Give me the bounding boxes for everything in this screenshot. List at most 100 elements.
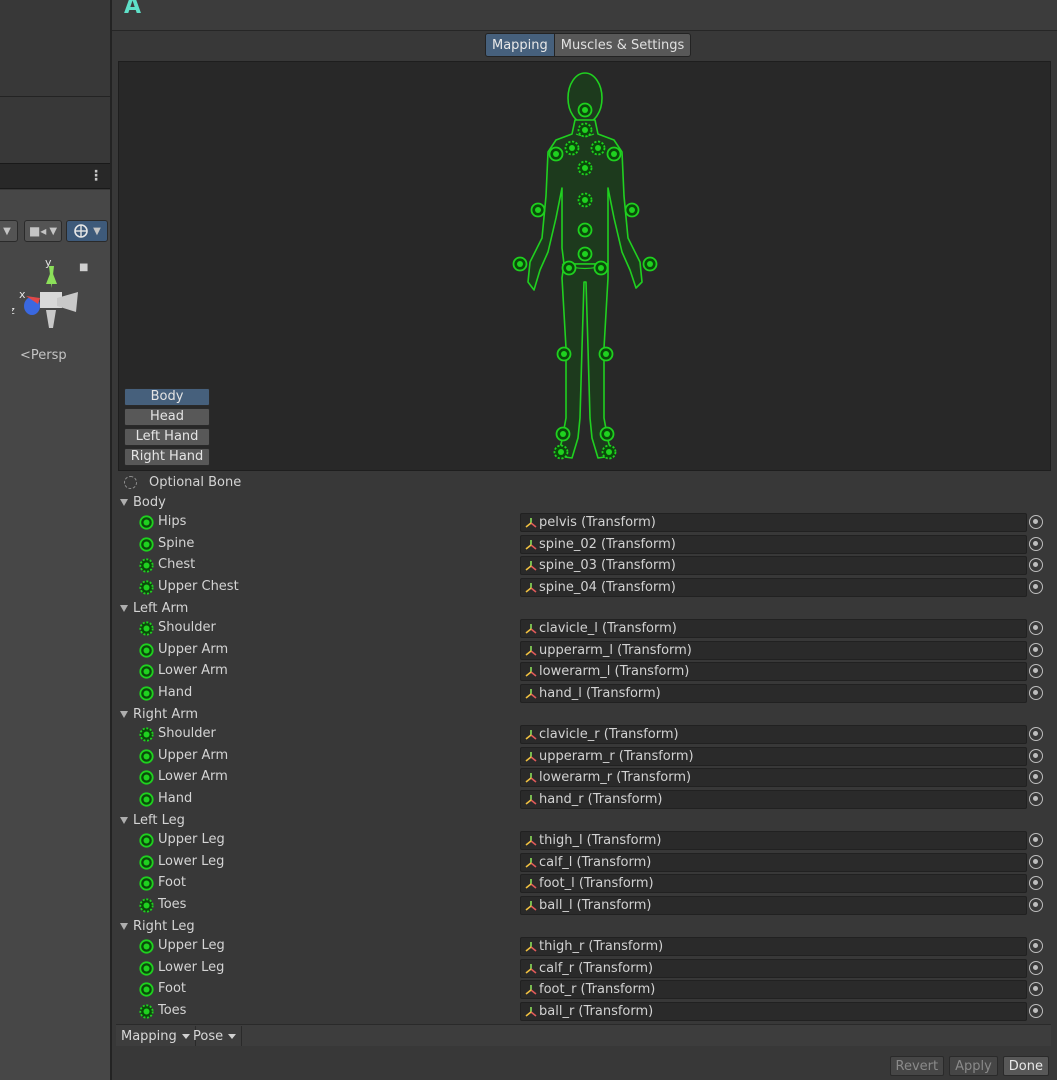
bone-mapping-list: Body Hips pelvis (Transform) Spine spine_02 … <box>112 492 1057 1022</box>
camera-dropdown[interactable]: ■◂ ▼ <box>24 220 62 242</box>
done-button[interactable]: Done <box>1002 1056 1049 1076</box>
object-picker-icon[interactable] <box>1029 854 1043 869</box>
transform-field-value: clavicle_r (Transform) <box>539 727 679 742</box>
draw-mode-dropdown[interactable]: ▼ <box>0 220 18 242</box>
tab-mapping[interactable]: Mapping <box>485 33 555 57</box>
bone-label: Lower Leg <box>158 853 225 869</box>
joint-right-hand[interactable] <box>642 256 658 272</box>
transform-object-field[interactable]: lowerarm_l (Transform) <box>520 662 1027 681</box>
object-picker-icon[interactable] <box>1029 642 1043 657</box>
object-picker-icon[interactable] <box>1029 833 1043 847</box>
bone-label: Hips <box>158 514 187 529</box>
bone-row: Shoulder clavicle_r (Transform) <box>112 724 1057 746</box>
revert-button[interactable]: Revert <box>889 1056 945 1076</box>
transform-object-field[interactable]: clavicle_r (Transform) <box>520 725 1027 744</box>
transform-object-field[interactable]: foot_l (Transform) <box>520 874 1027 893</box>
joint-left-hand[interactable] <box>512 256 528 272</box>
transform-object-field[interactable]: thigh_r (Transform) <box>520 937 1027 956</box>
transform-object-field[interactable]: ball_l (Transform) <box>520 895 1027 915</box>
joint-left-foot[interactable] <box>555 426 571 442</box>
object-picker-icon[interactable] <box>1029 536 1043 551</box>
transform-object-field[interactable]: pelvis (Transform) <box>520 513 1027 532</box>
joint-left-upper-leg[interactable] <box>561 260 577 276</box>
transform-object-field[interactable]: foot_r (Transform) <box>520 980 1027 999</box>
joint-left-lower-arm[interactable] <box>530 202 546 218</box>
group-body[interactable]: Body <box>112 492 1057 512</box>
joint-right-shoulder[interactable] <box>590 140 606 156</box>
object-picker-icon[interactable] <box>1029 876 1043 890</box>
group-left-leg[interactable]: Left Leg <box>112 810 1057 830</box>
bone-status-icon <box>139 642 154 658</box>
orientation-gizmo-icon[interactable]: y x z <box>12 258 88 338</box>
projection-label[interactable]: <Persp <box>20 348 67 363</box>
object-picker-icon[interactable] <box>1029 770 1043 784</box>
foldout-triangle-icon[interactable] <box>120 710 128 718</box>
transform-object-field[interactable]: spine_04 (Transform) <box>520 577 1027 597</box>
transform-object-field[interactable]: hand_l (Transform) <box>520 683 1027 703</box>
transform-object-field[interactable]: clavicle_l (Transform) <box>520 619 1027 638</box>
object-picker-icon[interactable] <box>1029 685 1043 700</box>
transform-object-field[interactable]: spine_03 (Transform) <box>520 556 1027 575</box>
joint-hips[interactable] <box>577 246 593 262</box>
object-picker-icon[interactable] <box>1029 579 1043 594</box>
more-options-icon[interactable]: ⋮ <box>89 168 103 184</box>
object-picker-icon[interactable] <box>1029 960 1043 975</box>
object-picker-icon[interactable] <box>1029 515 1043 529</box>
joint-right-lower-leg[interactable] <box>598 346 614 362</box>
group-right-arm[interactable]: Right Arm <box>112 704 1057 724</box>
transform-object-field[interactable]: upperarm_r (Transform) <box>520 746 1027 766</box>
transform-object-field[interactable]: upperarm_l (Transform) <box>520 640 1027 660</box>
transform-object-field[interactable]: ball_r (Transform) <box>520 1001 1027 1021</box>
joint-right-upper-arm[interactable] <box>606 146 622 162</box>
object-picker-icon[interactable] <box>1029 558 1043 572</box>
transform-object-field[interactable]: calf_l (Transform) <box>520 852 1027 872</box>
transform-field-value: hand_r (Transform) <box>539 791 663 807</box>
region-head-button[interactable]: Head <box>124 408 210 426</box>
transform-object-field[interactable]: lowerarm_r (Transform) <box>520 768 1027 787</box>
transform-object-field[interactable]: hand_r (Transform) <box>520 789 1027 809</box>
joint-right-upper-leg[interactable] <box>593 260 609 276</box>
joint-right-lower-arm[interactable] <box>624 202 640 218</box>
region-body-button[interactable]: Body <box>124 388 210 406</box>
transform-object-field[interactable]: thigh_l (Transform) <box>520 831 1027 850</box>
object-picker-icon[interactable] <box>1029 939 1043 953</box>
pose-dropdown[interactable]: Pose <box>188 1026 243 1046</box>
apply-button[interactable]: Apply <box>949 1056 998 1076</box>
joint-right-toes[interactable] <box>601 444 617 460</box>
joint-left-shoulder[interactable] <box>564 140 580 156</box>
joint-right-foot[interactable] <box>599 426 615 442</box>
transform-object-field[interactable]: spine_02 (Transform) <box>520 534 1027 554</box>
group-left-arm[interactable]: Left Arm <box>112 598 1057 618</box>
foldout-triangle-icon[interactable] <box>120 604 128 612</box>
mapping-dropdown[interactable]: Mapping <box>116 1026 196 1046</box>
object-picker-icon[interactable] <box>1029 664 1043 678</box>
joint-left-upper-arm[interactable] <box>548 146 564 162</box>
camera-icon: ■◂ <box>28 224 47 238</box>
joint-neck[interactable] <box>577 122 593 138</box>
transform-object-field[interactable]: calf_r (Transform) <box>520 958 1027 978</box>
group-right-leg[interactable]: Right Leg <box>112 916 1057 936</box>
lock-icon[interactable]: ■ <box>79 262 88 273</box>
foldout-triangle-icon[interactable] <box>120 816 128 824</box>
foldout-triangle-icon[interactable] <box>120 498 128 506</box>
joint-left-lower-leg[interactable] <box>556 346 572 362</box>
tab-muscles-settings[interactable]: Muscles & Settings <box>554 33 692 57</box>
object-picker-icon[interactable] <box>1029 727 1043 741</box>
gizmos-dropdown[interactable]: ▼ <box>66 220 108 242</box>
joint-chest[interactable] <box>577 192 593 208</box>
region-right-hand-button[interactable]: Right Hand <box>124 448 210 466</box>
object-picker-icon[interactable] <box>1029 897 1043 912</box>
bone-label: Toes <box>158 1002 187 1018</box>
object-picker-icon[interactable] <box>1029 1003 1043 1018</box>
joint-left-toes[interactable] <box>553 444 569 460</box>
bone-label: Upper Leg <box>158 832 225 847</box>
object-picker-icon[interactable] <box>1029 791 1043 806</box>
object-picker-icon[interactable] <box>1029 982 1043 996</box>
joint-head[interactable] <box>577 102 593 118</box>
region-left-hand-button[interactable]: Left Hand <box>124 428 210 446</box>
object-picker-icon[interactable] <box>1029 748 1043 763</box>
object-picker-icon[interactable] <box>1029 621 1043 635</box>
foldout-triangle-icon[interactable] <box>120 922 128 930</box>
joint-upper-chest[interactable] <box>577 160 593 176</box>
joint-spine[interactable] <box>577 222 593 238</box>
